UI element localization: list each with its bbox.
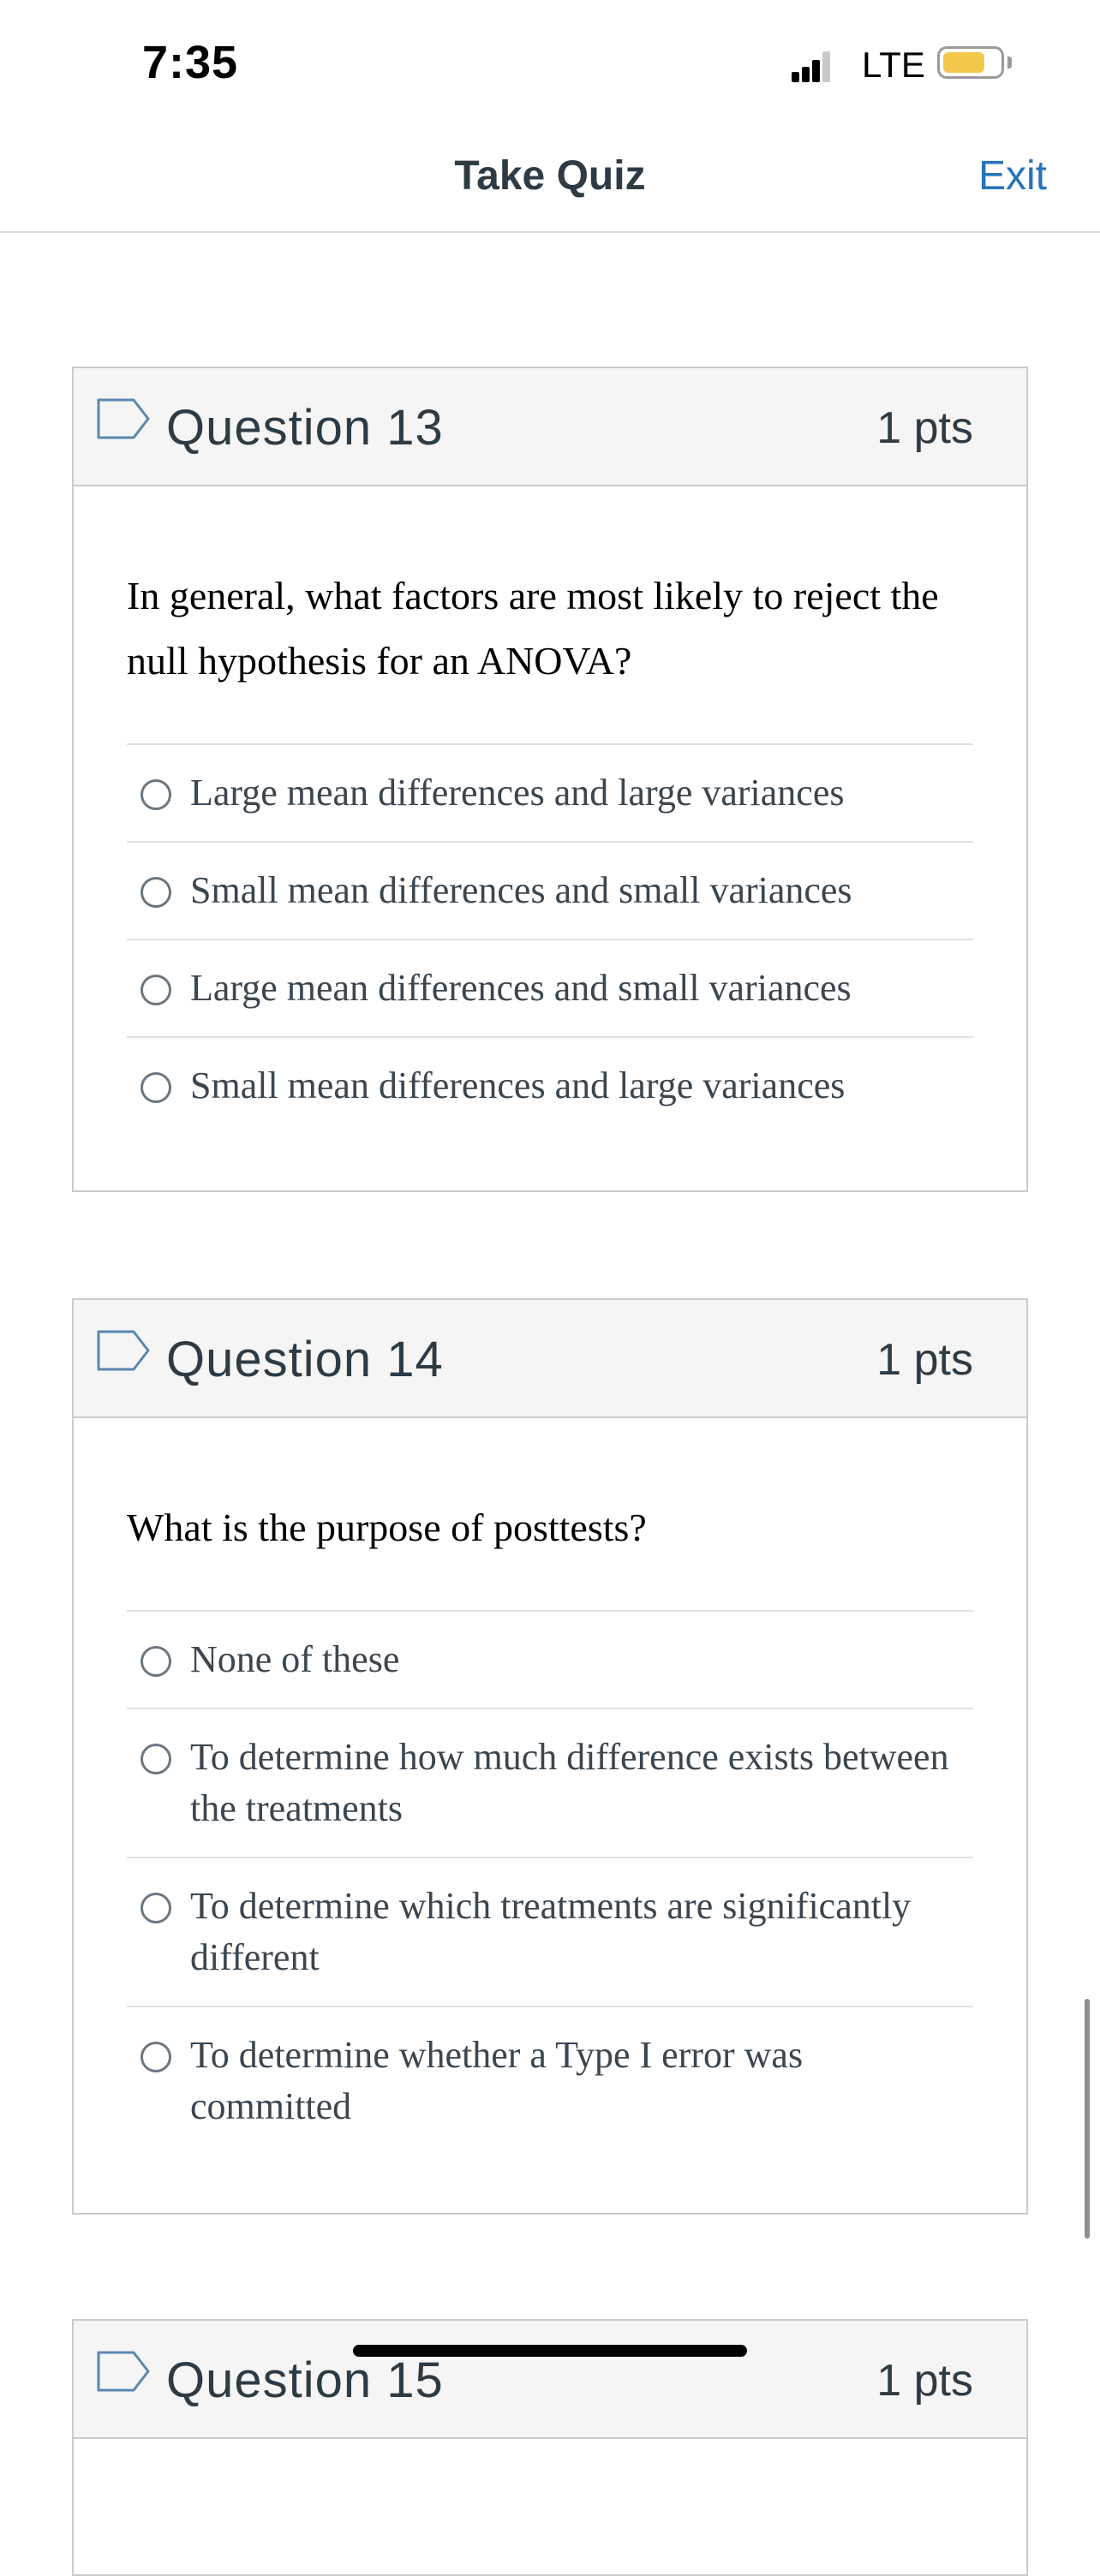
answer-label: To determine whether a Type I error was … xyxy=(190,2034,804,2127)
radio-icon[interactable] xyxy=(140,2042,171,2072)
battery-tip xyxy=(1007,57,1012,69)
radio-icon[interactable] xyxy=(140,1744,171,1774)
flag-icon[interactable] xyxy=(96,397,151,440)
question-text: In general, what factors are most likely… xyxy=(127,574,939,683)
status-time: 7:35 xyxy=(142,37,239,88)
question-card: Question 15 1 pts xyxy=(72,2319,1028,2576)
signal-strength-icon xyxy=(792,50,830,82)
flag-icon[interactable] xyxy=(96,1329,151,1372)
battery-level xyxy=(943,52,984,73)
answer-option[interactable]: Small mean differences and small varianc… xyxy=(127,843,973,940)
question-card: Question 13 1 pts In general, what facto… xyxy=(72,367,1028,1192)
question-text: What is the purpose of posttests? xyxy=(127,1506,647,1549)
home-indicator[interactable] xyxy=(353,2345,747,2357)
answer-label: None of these xyxy=(190,1638,400,1680)
answer-option[interactable]: Large mean differences and small varianc… xyxy=(127,940,973,1038)
answer-label: Small mean differences and large varianc… xyxy=(190,1064,846,1106)
answer-option[interactable]: Small mean differences and large varianc… xyxy=(127,1038,973,1134)
question-title: Question 14 xyxy=(166,1332,444,1387)
question-body: In general, what factors are most likely… xyxy=(74,486,1026,1196)
radio-icon[interactable] xyxy=(140,975,171,1005)
answer-label: To determine which treatments are signif… xyxy=(190,1885,912,1978)
network-type: LTE xyxy=(862,45,925,85)
question-title: Question 13 xyxy=(166,400,444,456)
answer-list: Large mean differences and large varianc… xyxy=(127,743,973,1134)
answer-option[interactable]: To determine how much difference exists … xyxy=(127,1709,973,1858)
question-body: What is the purpose of posttests? None o… xyxy=(74,1418,1026,2216)
question-card: Question 14 1 pts What is the purpose of… xyxy=(72,1298,1028,2215)
question-header: Question 14 1 pts xyxy=(74,1300,1026,1418)
scrollbar-thumb[interactable] xyxy=(1085,1999,1090,2239)
answer-label: Large mean differences and large varianc… xyxy=(190,772,845,814)
answer-option[interactable]: To determine whether a Type I error was … xyxy=(127,2007,973,2155)
question-points: 1 pts xyxy=(876,1335,973,1385)
radio-icon[interactable] xyxy=(140,1646,171,1677)
radio-icon[interactable] xyxy=(140,1072,171,1103)
flag-icon[interactable] xyxy=(96,2350,151,2393)
nav-bar: Take Quiz Exit xyxy=(0,128,1100,233)
exit-button[interactable]: Exit xyxy=(978,152,1047,200)
radio-icon[interactable] xyxy=(140,877,171,908)
question-header: Question 13 1 pts xyxy=(74,368,1026,486)
answer-label: Small mean differences and small varianc… xyxy=(190,869,852,911)
status-bar: 7:35 LTE xyxy=(0,0,1100,128)
battery-icon xyxy=(937,46,1004,79)
answer-label: Large mean differences and small varianc… xyxy=(190,967,852,1009)
question-header: Question 15 1 pts xyxy=(74,2321,1026,2439)
question-points: 1 pts xyxy=(876,403,973,453)
page-title: Take Quiz xyxy=(454,153,646,199)
answer-label: To determine how much difference exists … xyxy=(190,1736,949,1829)
answer-list: None of these To determine how much diff… xyxy=(127,1610,973,2155)
radio-icon[interactable] xyxy=(140,1893,171,1923)
answer-option[interactable]: Large mean differences and large varianc… xyxy=(127,745,973,843)
radio-icon[interactable] xyxy=(140,779,171,810)
question-points: 1 pts xyxy=(876,2356,973,2406)
answer-option[interactable]: None of these xyxy=(127,1612,973,1709)
question-title: Question 15 xyxy=(166,2352,444,2408)
answer-option[interactable]: To determine which treatments are signif… xyxy=(127,1858,973,2007)
